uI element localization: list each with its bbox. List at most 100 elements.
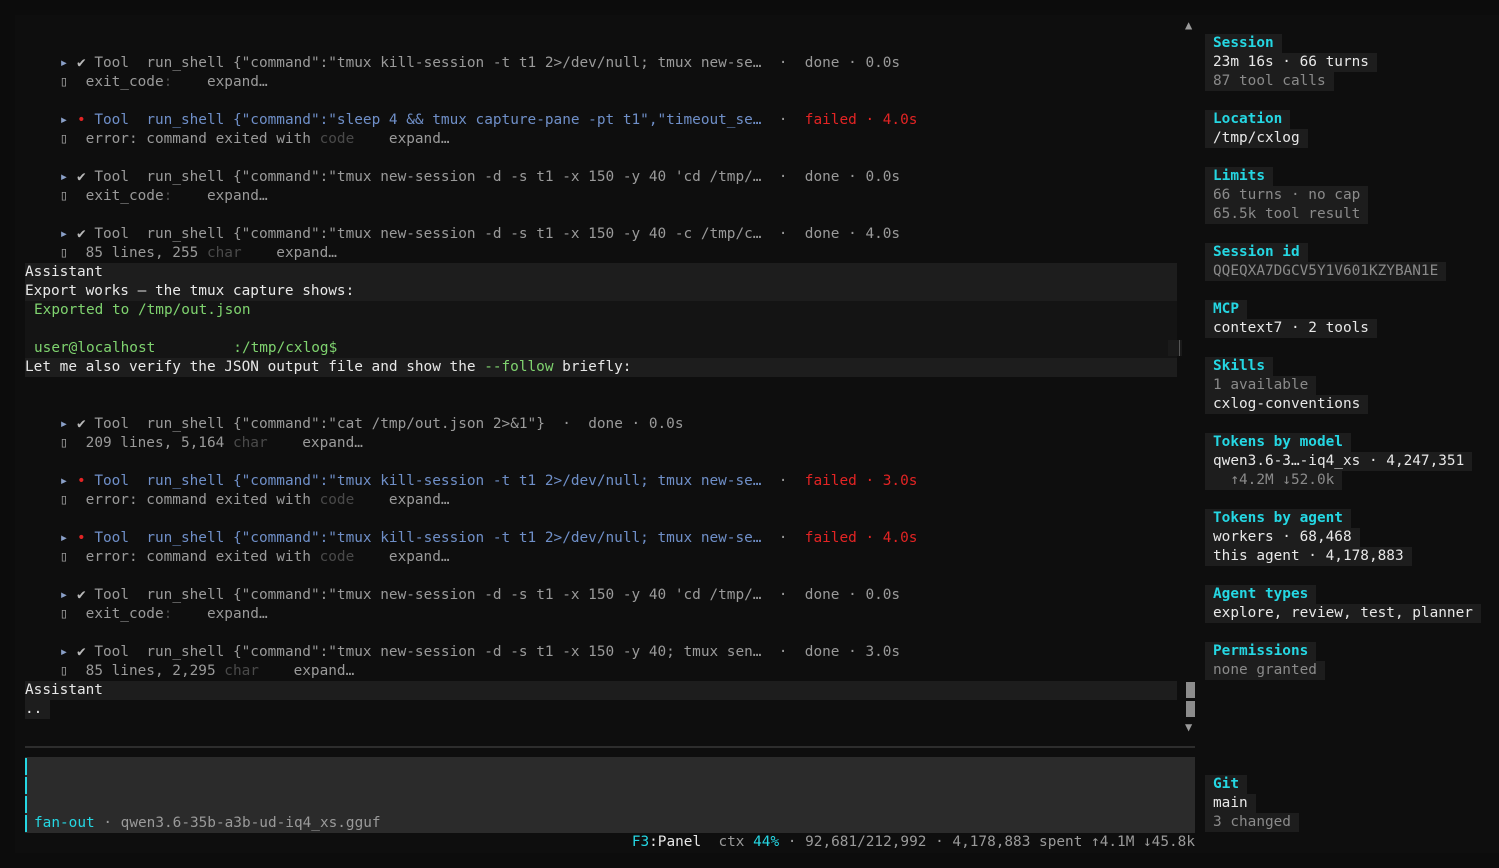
- tool-detail-row[interactable]: ▯ error: command exited with code expand…: [25, 472, 450, 508]
- panel-title-session-id: Session id: [1205, 243, 1308, 262]
- assistant-text: Export works — the tmux capture shows:: [25, 283, 355, 299]
- panel-title-git: Git: [1205, 775, 1247, 794]
- panel-title-session: Session: [1205, 34, 1282, 53]
- input-caret: [25, 796, 27, 813]
- scroll-up-icon[interactable]: ▲: [1185, 18, 1192, 32]
- tool-call-row[interactable]: ▸ • Tool run_shell {"command":"tmux kill…: [25, 510, 918, 546]
- detail-box-icon: ▯: [59, 549, 69, 565]
- expand-link[interactable]: expand…: [389, 131, 450, 147]
- tool-call-row[interactable]: ▸ ✔ Tool run_shell {"command":"tmux new-…: [25, 149, 900, 185]
- panel-title-permissions: Permissions: [1205, 642, 1317, 661]
- expand-link[interactable]: expand…: [207, 74, 268, 90]
- tool-call-row[interactable]: ▸ ✔ Tool run_shell {"command":"tmux new-…: [25, 206, 900, 242]
- git-changed: 3 changed: [1205, 813, 1299, 832]
- panel-title-mcp: MCP: [1205, 300, 1247, 319]
- shell-prompt: user@localhost :/tmp/cxlog$: [34, 340, 338, 356]
- assistant-streaming-text: ..: [25, 700, 51, 719]
- tool-call-row[interactable]: ▸ ✔ Tool run_shell {"command":"cat /tmp/…: [25, 396, 684, 432]
- expand-link[interactable]: expand…: [207, 188, 268, 204]
- scrollbar-thumb[interactable]: [1186, 682, 1195, 698]
- detail-box-icon: ▯: [59, 245, 69, 261]
- panel-title-tokens-model: Tokens by model: [1205, 433, 1351, 452]
- session-tool-calls: 87 tool calls: [1205, 72, 1334, 91]
- tool-detail: exit_code: [85, 74, 164, 90]
- skill-item: cxlog-conventions: [1205, 395, 1369, 414]
- input-caret: [25, 758, 27, 775]
- detail-box-icon: ▯: [59, 131, 69, 147]
- divider: [25, 746, 1195, 748]
- tool-call-row[interactable]: ▸ ✔ Tool run_shell {"command":"tmux kill…: [25, 35, 900, 71]
- limits-tool-result: 65.5k tool result: [1205, 205, 1369, 224]
- tool-detail: error: command exited with: [85, 492, 311, 508]
- expand-link[interactable]: expand…: [207, 606, 268, 622]
- tool-detail: 85 lines, 2,295: [85, 663, 216, 679]
- inline-code: --follow: [484, 359, 554, 375]
- tool-detail-row[interactable]: ▯ error: command exited with code expand…: [25, 529, 450, 565]
- session-id-value: QQEQXA7DGCV5Y1V601KZYBAN1E: [1205, 262, 1447, 281]
- scroll-down-icon[interactable]: ▼: [1185, 720, 1192, 734]
- input-caret: [25, 815, 27, 832]
- tool-call-row[interactable]: ▸ ✔ Tool run_shell {"command":"tmux new-…: [25, 567, 900, 603]
- tool-status: failed · 3.0s: [804, 473, 918, 489]
- tool-detail-row[interactable]: ▯ exit_code: expand…: [25, 54, 268, 90]
- token-stats: · 92,681/212,992 · 4,178,883 spent ↑4.1M…: [787, 834, 1195, 850]
- tokens-model-io: ↑4.2M ↓52.0k: [1205, 471, 1343, 490]
- detail-box-icon: ▯: [59, 663, 69, 679]
- expand-link[interactable]: expand…: [389, 492, 450, 508]
- panel-title-location: Location: [1205, 110, 1291, 129]
- tool-status: done · 3.0s: [804, 644, 901, 660]
- mode-label[interactable]: fan-out: [34, 815, 95, 831]
- mcp-servers: context7 · 2 tools: [1205, 319, 1377, 338]
- detail-box-icon: ▯: [59, 492, 69, 508]
- tool-detail: 209 lines, 5,164: [85, 435, 225, 451]
- expand-link[interactable]: expand…: [276, 245, 337, 261]
- status-bar: F3:Panel ctx 44% · 92,681/212,992 · 4,17…: [631, 834, 1195, 850]
- tool-call-row[interactable]: ▸ ✔ Tool run_shell {"command":"tmux new-…: [25, 624, 900, 660]
- location-path: /tmp/cxlog: [1205, 129, 1308, 148]
- session-duration: 23m 16s · 66 turns: [1205, 53, 1377, 72]
- assistant-text: Let me also verify the JSON output file …: [25, 359, 632, 375]
- tool-detail-row[interactable]: ▯ error: command exited with code expand…: [25, 111, 450, 147]
- input-mode-line: fan-out · qwen3.6-35b-a3b-ud-iq4_xs.gguf: [34, 815, 381, 831]
- scrollbar-thumb[interactable]: [1186, 701, 1195, 717]
- tokens-this-agent: this agent · 4,178,883: [1205, 547, 1412, 566]
- tool-detail: exit_code: [85, 606, 164, 622]
- expand-link[interactable]: expand…: [294, 663, 355, 679]
- tool-detail-row[interactable]: ▯ 85 lines, 255 char expand…: [25, 225, 337, 261]
- panel-title-limits: Limits: [1205, 167, 1273, 186]
- tool-status: done · 0.0s: [804, 169, 901, 185]
- detail-box-icon: ▯: [59, 606, 69, 622]
- detail-box-icon: ▯: [59, 188, 69, 204]
- tool-detail-row[interactable]: ▯ exit_code: expand…: [25, 168, 268, 204]
- panel-key[interactable]: F3: [632, 834, 649, 850]
- expand-link[interactable]: expand…: [302, 435, 363, 451]
- tokens-model-value: qwen3.6-3…-iq4_xs · 4,247,351: [1205, 452, 1473, 471]
- tool-detail-row[interactable]: ▯ 209 lines, 5,164 char expand…: [25, 415, 363, 451]
- ctx-percent: 44%: [753, 834, 780, 850]
- expand-link[interactable]: expand…: [389, 549, 450, 565]
- tool-detail: exit_code: [85, 188, 164, 204]
- input-caret: [25, 777, 27, 794]
- tokens-workers: workers · 68,468: [1205, 528, 1360, 547]
- tool-status: done · 0.0s: [588, 416, 684, 432]
- tool-detail: error: command exited with: [85, 549, 311, 565]
- model-name[interactable]: qwen3.6-35b-a3b-ud-iq4_xs.gguf: [121, 815, 381, 831]
- code-output: Exported to /tmp/out.json: [34, 302, 251, 318]
- tool-detail-row[interactable]: ▯ 85 lines, 2,295 char expand…: [25, 643, 355, 679]
- tool-detail-row[interactable]: ▯ exit_code: expand…: [25, 586, 268, 622]
- permissions-value: none granted: [1205, 661, 1325, 680]
- tool-status: done · 0.0s: [804, 587, 901, 603]
- tool-call-row[interactable]: ▸ • Tool run_shell {"command":"tmux kill…: [25, 453, 918, 489]
- tool-detail: 85 lines, 255: [85, 245, 199, 261]
- tool-status: failed · 4.0s: [804, 530, 918, 546]
- agent-types-list: explore, review, test, planner: [1205, 604, 1481, 623]
- tool-status: done · 0.0s: [804, 55, 901, 71]
- assistant-label: Assistant: [25, 264, 103, 280]
- tool-status: failed · 4.0s: [804, 112, 918, 128]
- tool-status: done · 4.0s: [804, 226, 901, 242]
- skills-count: 1 available: [1205, 376, 1317, 395]
- assistant-label: Assistant: [25, 682, 103, 698]
- detail-box-icon: ▯: [59, 435, 69, 451]
- tool-call-row[interactable]: ▸ • Tool run_shell {"command":"sleep 4 &…: [25, 92, 918, 128]
- detail-box-icon: ▯: [59, 74, 69, 90]
